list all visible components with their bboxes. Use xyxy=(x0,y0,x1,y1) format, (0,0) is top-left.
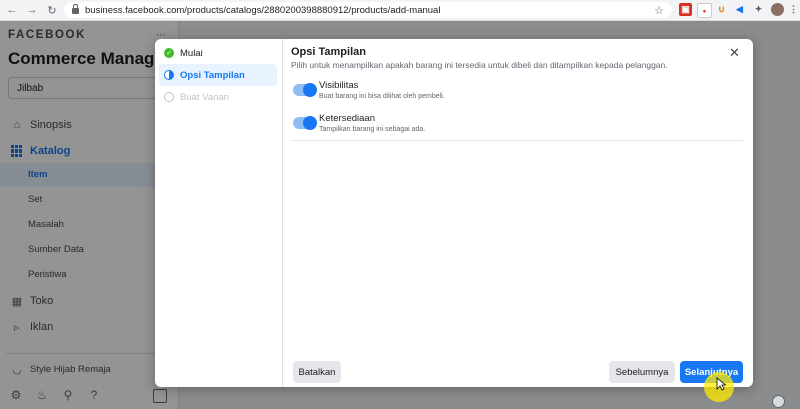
step-label: Buat Varian xyxy=(180,91,229,103)
profile-avatar[interactable] xyxy=(771,3,784,16)
option-label: Ketersediaan xyxy=(319,113,375,124)
bookmark-star-icon[interactable]: ☆ xyxy=(654,4,664,17)
step-mulai[interactable]: ✓ Mulai xyxy=(159,42,277,64)
option-ketersediaan: Ketersediaan Tampilkan barang ini sebaga… xyxy=(291,113,731,141)
address-bar[interactable]: business.facebook.com/products/catalogs/… xyxy=(64,2,672,18)
extensions-puzzle-icon[interactable]: ✦ xyxy=(752,3,765,16)
option-visibilitas: Visibilitas Buat barang ini bisa dilihat… xyxy=(291,80,731,108)
option-description: Tampilkan barang ini sebagai ada. xyxy=(319,126,426,133)
mouse-pointer-icon xyxy=(716,377,726,391)
option-description: Buat barang ini bisa dilihat oleh pembel… xyxy=(319,93,445,100)
back-arrow-icon[interactable]: ← xyxy=(4,2,20,18)
empty-circle-icon xyxy=(164,92,174,102)
step-buat-varian[interactable]: Buat Varian xyxy=(159,86,277,108)
half-circle-icon xyxy=(164,70,174,80)
option-label: Visibilitas xyxy=(319,80,359,91)
step-list: ✓ Mulai Opsi Tampilan Buat Varian xyxy=(155,39,283,387)
globe-icon[interactable] xyxy=(772,395,785,408)
step-opsi-tampilan[interactable]: Opsi Tampilan xyxy=(159,64,277,86)
step-label: Mulai xyxy=(180,47,203,59)
url-text: business.facebook.com/products/catalogs/… xyxy=(85,4,441,16)
cancel-button[interactable]: Batalkan xyxy=(293,361,341,383)
forward-arrow-icon[interactable]: → xyxy=(24,2,40,18)
close-icon[interactable]: ✕ xyxy=(729,45,740,61)
extension-icon[interactable]: ▣ xyxy=(679,3,692,16)
add-item-dialog: ✓ Mulai Opsi Tampilan Buat Varian Opsi T… xyxy=(155,39,753,387)
availability-toggle[interactable] xyxy=(293,116,317,130)
extension-icon[interactable]: • xyxy=(697,3,712,18)
step-label: Opsi Tampilan xyxy=(180,69,245,81)
browser-toolbar: ← → ↻ business.facebook.com/products/cat… xyxy=(0,0,800,21)
browser-menu-icon[interactable]: ⋮ xyxy=(787,3,800,16)
dialog-title: Opsi Tampilan xyxy=(291,46,366,58)
divider xyxy=(291,140,743,141)
previous-button[interactable]: Sebelumnya xyxy=(609,361,675,383)
lock-icon xyxy=(72,4,79,14)
reload-icon[interactable]: ↻ xyxy=(44,2,60,18)
dialog-subtitle: Pilih untuk menampilkan apakah barang in… xyxy=(291,60,668,70)
check-circle-icon: ✓ xyxy=(164,48,174,58)
dialog-content: Opsi Tampilan Pilih untuk menampilkan ap… xyxy=(291,39,743,387)
extension-icon[interactable]: ◀ xyxy=(733,3,746,16)
visibility-toggle[interactable] xyxy=(293,83,317,97)
extension-icon[interactable]: ∪ xyxy=(715,3,728,16)
